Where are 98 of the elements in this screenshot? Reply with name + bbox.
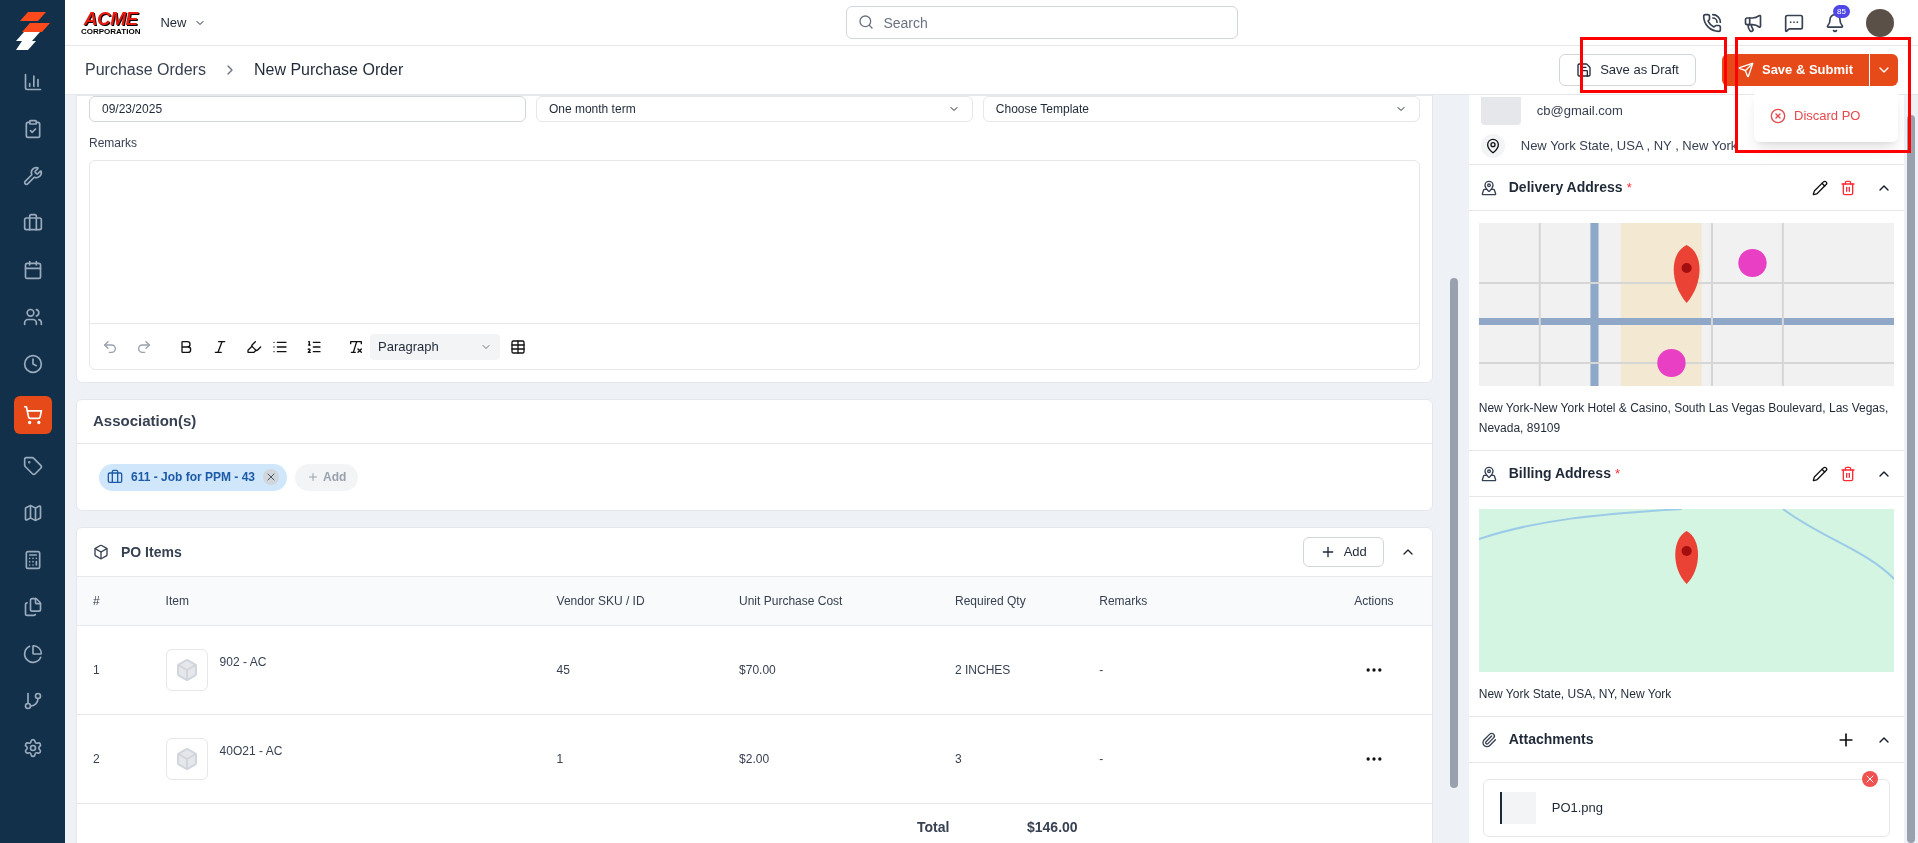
edit-icon[interactable] [1812,179,1829,196]
cancel-circle-icon [1770,107,1786,124]
column-header: Remarks [1099,593,1149,610]
table-cell-text: 3 [955,751,963,768]
briefcase-icon [107,469,123,485]
contact-email: cb@gmail.com [1536,102,1623,121]
tag-icon [22,456,43,476]
attachment-card[interactable]: PO1.png [1482,779,1891,837]
notification-icon[interactable] [1825,12,1845,33]
chat-icon[interactable] [1784,12,1804,33]
discard-menu-item[interactable]: Discard PO [1754,98,1877,134]
date-field[interactable]: 09/23/2025 [89,96,526,122]
table-cell-text: $70.00 [739,662,777,679]
map-pin-icon [1480,179,1497,196]
template-select[interactable]: Choose Template [982,96,1420,122]
table-icon[interactable] [510,338,526,355]
breadcrumb-item: New Purchase Order [253,60,404,80]
megaphone-icon[interactable] [1743,12,1763,33]
map-pin-icon [1480,465,1497,482]
undo-icon[interactable] [102,338,118,355]
pie-chart-icon [22,644,43,664]
clock-icon [22,354,43,374]
cart-icon [22,405,43,425]
edit-icon[interactable] [1812,465,1829,482]
table-cell-text: 1 [93,662,101,679]
tools-icon [22,166,43,186]
calendar-icon [22,260,43,280]
search-icon [858,14,875,30]
files-icon [22,597,43,617]
rich-text-editor[interactable]: Paragraph [89,160,1420,370]
clear-format-icon[interactable] [348,338,364,355]
phone-icon[interactable] [1702,12,1722,33]
remove-icon[interactable] [1862,771,1879,787]
paperclip-icon [1480,731,1497,748]
column-header: Actions [1353,593,1395,610]
cube-icon [174,658,199,682]
send-icon [1737,62,1754,78]
required-mark: * [1626,178,1632,197]
table-cell-text: - [1099,751,1105,768]
new-menu[interactable]: New [160,12,207,33]
bar-chart-icon [22,72,43,92]
total-label: Total [917,817,951,837]
column-header: Item [165,593,190,610]
delete-icon[interactable] [1840,465,1857,482]
contact-avatar-placeholder [1480,97,1521,125]
plus-icon [307,471,320,483]
address-text: New York-New York Hotel & Casino, South Las Vegas Boulevard, Las Vegas, Nevada, 89109 [1477,400,1890,437]
section-title: PO Items [121,542,182,562]
search-field[interactable]: Search [846,6,1239,39]
file-thumbnail [1499,792,1536,824]
briefcase-icon [22,213,43,233]
section-title: Billing Address [1508,464,1611,483]
column-header: Unit Purchase Cost [739,593,844,610]
package-icon [93,544,109,560]
remove-icon[interactable] [263,469,280,485]
submit-menu-button[interactable] [1870,54,1898,86]
users-icon [22,307,43,327]
bold-icon[interactable] [178,338,194,355]
save-submit-button[interactable]: Save & Submit [1721,54,1869,86]
required-mark: * [1614,464,1620,483]
column-header: Required Qty [955,593,1027,610]
payment-term-select[interactable]: One month term [535,96,973,122]
file-name: PO1.png [1551,799,1604,818]
add-item-button[interactable]: Add [1302,537,1384,567]
section-title: Association(s) [93,411,197,432]
map-icon [22,503,43,523]
settings-icon [22,738,43,758]
table-cell-text: 45 [556,662,571,679]
association-chip[interactable]: 611 - Job for PPM - 43 [99,463,288,491]
field-label: Remarks [89,135,138,152]
column-header: Vendor SKU / ID [556,593,646,610]
total-value: $146.00 [1027,817,1078,837]
table-cell-text: 40O21 - AC [219,743,283,760]
table-cell-text: - [1099,662,1105,679]
delete-icon[interactable] [1840,179,1857,196]
breadcrumb-item[interactable]: Purchase Orders [85,58,206,82]
table-cell-text: 902 - AC [219,654,267,671]
table-cell-text: $2.00 [739,751,771,768]
branch-icon [22,691,43,711]
section-title: Delivery Address [1508,178,1623,197]
save-draft-button[interactable]: Save as Draft [1559,54,1696,86]
table-cell-text: 1 [556,751,565,768]
table-cell-text: 2 [93,751,101,768]
address-text: New York State, USA, NY, New York [1477,686,1673,703]
numbered-list-icon[interactable] [306,338,322,355]
highlighter-icon[interactable] [246,338,262,355]
location-pin-icon [1484,137,1501,154]
company-logo: ACME CORPORATION [81,9,141,36]
table-cell-text: 2 INCHES [955,662,1012,679]
cube-icon [174,747,199,771]
column-header: # [93,593,101,610]
avatar[interactable] [1866,8,1894,37]
sidebar-item[interactable] [13,396,52,434]
logo-icon [15,12,50,50]
paragraph-select[interactable]: Paragraph [370,333,500,360]
section-title: Attachments [1508,730,1594,749]
notification-badge: 85 [1833,4,1850,18]
italic-icon[interactable] [212,338,228,355]
